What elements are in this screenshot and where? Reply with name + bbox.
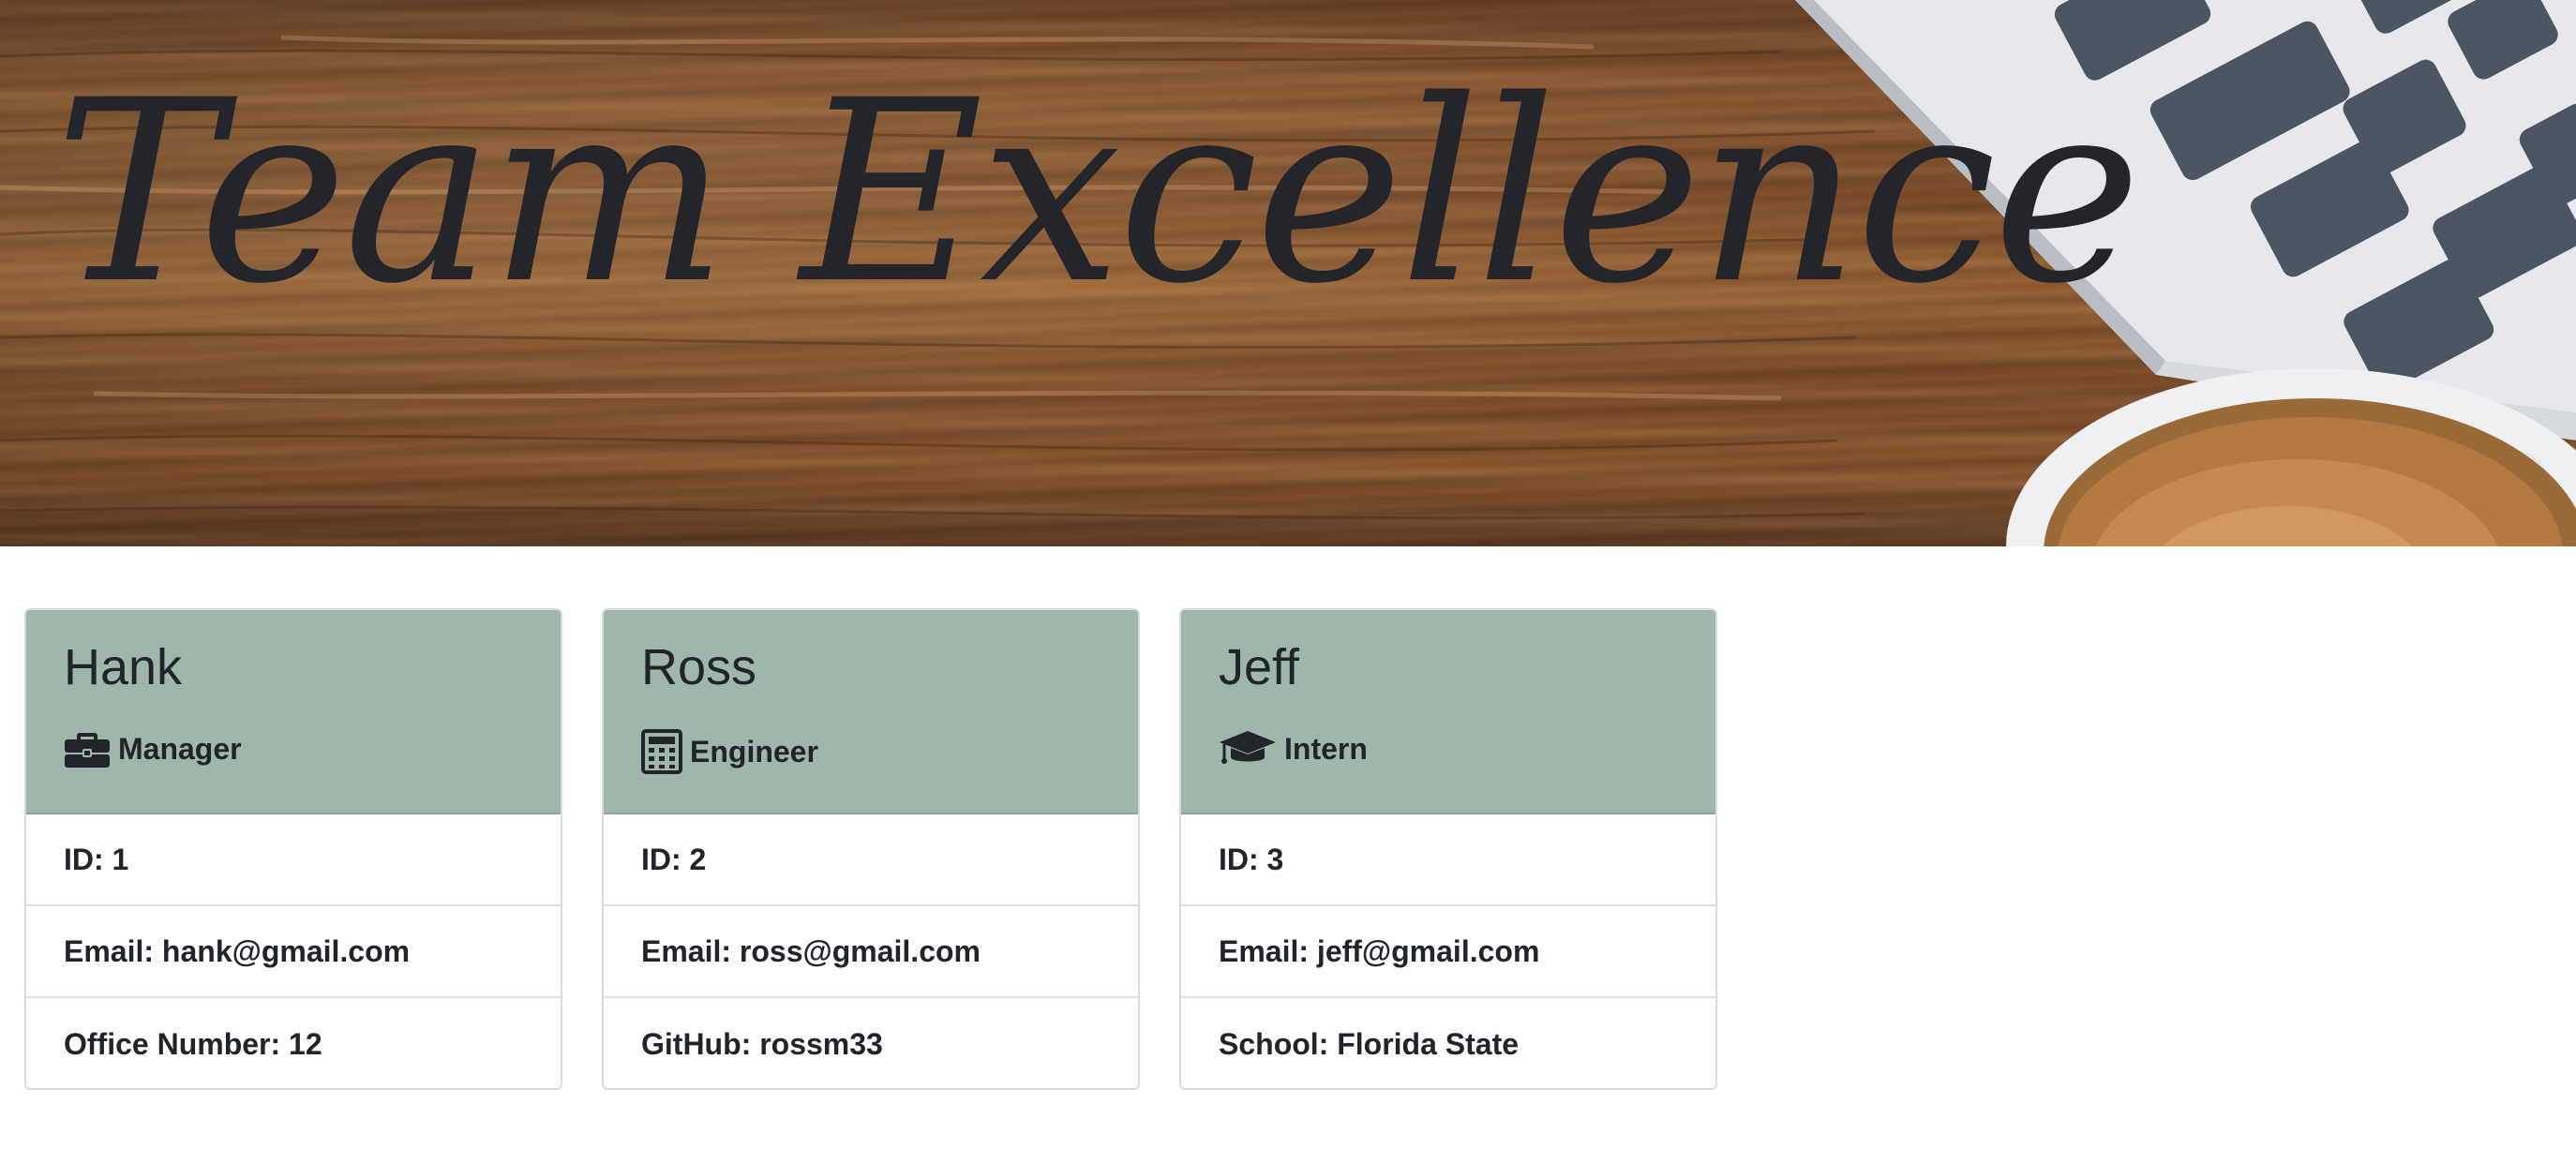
employee-card-ross: Ross Engineer ID: 2 Email: ross@gmail.co… xyxy=(602,608,1140,1090)
employee-role: Engineer xyxy=(641,729,1138,775)
employee-id: ID: 1 xyxy=(26,814,561,906)
card-header: Ross Engineer xyxy=(604,610,1138,814)
page-title: Team Excellence xyxy=(54,47,2141,339)
employee-email: Email: ross@gmail.com xyxy=(604,906,1138,998)
employee-role: Manager xyxy=(64,729,561,769)
hero-banner: Team Excellence xyxy=(0,0,2576,546)
employee-id: ID: 2 xyxy=(604,814,1138,906)
employee-name: Jeff xyxy=(1219,639,1300,695)
employee-name: Ross xyxy=(641,639,757,695)
role-label: Intern xyxy=(1284,731,1368,766)
employee-email: Email: jeff@gmail.com xyxy=(1181,906,1715,998)
employee-card-hank: Hank Manager ID: 1 Email: hank@gmail.com… xyxy=(24,608,562,1090)
employee-school: School: Florida State xyxy=(1219,1026,1520,1061)
calculator-icon xyxy=(641,729,682,775)
role-label: Engineer xyxy=(690,734,818,769)
employee-id: ID: 3 xyxy=(1181,814,1715,906)
team-card-list: Hank Manager ID: 1 Email: hank@gmail.com… xyxy=(24,608,1717,1090)
employee-github: GitHub: rossm33 xyxy=(641,1026,883,1061)
employee-role: Intern xyxy=(1219,729,1715,769)
briefcase-icon xyxy=(64,729,111,769)
card-header: Jeff Intern xyxy=(1181,610,1715,814)
employee-email: Email: hank@gmail.com xyxy=(26,906,561,998)
role-label: Manager xyxy=(118,731,242,766)
employee-card-jeff: Jeff Intern ID: 3 Email: jeff@gmail.com … xyxy=(1179,608,1717,1090)
employee-office-number: Office Number: 12 xyxy=(64,1026,322,1061)
card-header: Hank Manager xyxy=(26,610,561,814)
graduation-cap-icon xyxy=(1219,729,1277,769)
employee-name: Hank xyxy=(64,639,183,695)
